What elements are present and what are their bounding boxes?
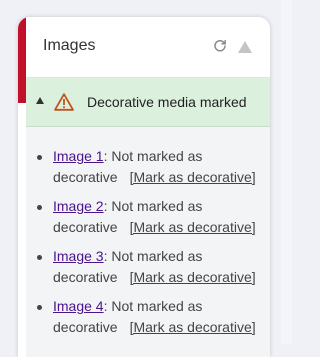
list-item: Image 2: Not marked as decorative [Mark a… (26, 196, 270, 238)
list-item: Image 1: Not marked as decorative [Mark a… (26, 146, 270, 188)
issue-text: : Not marked as (103, 148, 203, 164)
bullet (37, 155, 42, 160)
warning-triangle-icon (54, 93, 74, 116)
collapse-panel-icon[interactable] (237, 39, 253, 55)
section-header-decorative-media[interactable]: Decorative media marked (26, 78, 270, 127)
issue-text-continued: decorative (53, 319, 118, 335)
list-item: Image 4: Not marked as decorative [Mark a… (26, 296, 270, 338)
bullet (37, 305, 42, 310)
issue-text: : Not marked as (103, 298, 203, 314)
image-link[interactable]: Image 1 (53, 148, 104, 164)
issue-text: : Not marked as (103, 198, 203, 214)
section-label: Decorative media marked (87, 94, 247, 110)
refresh-icon[interactable] (212, 38, 228, 54)
mark-as-decorative-link[interactable]: [Mark as decorative] (130, 169, 256, 185)
issue-text-continued: decorative (53, 219, 118, 235)
mark-as-decorative-link[interactable]: [Mark as decorative] (130, 319, 256, 335)
list-item: Image 3: Not marked as decorative [Mark a… (26, 246, 270, 288)
issue-text: : Not marked as (103, 248, 203, 264)
image-link[interactable]: Image 4 (53, 298, 104, 314)
mark-as-decorative-link[interactable]: [Mark as decorative] (130, 269, 256, 285)
mark-as-decorative-link[interactable]: [Mark as decorative] (130, 219, 256, 235)
issues-list-container: Image 1: Not marked as decorative [Mark a… (26, 127, 270, 357)
section-collapse-caret-icon (36, 97, 44, 104)
bullet (37, 255, 42, 260)
panel-accent-bar (18, 17, 26, 103)
panel-header: Images (26, 17, 270, 78)
issue-text-continued: decorative (53, 169, 118, 185)
bullet (37, 205, 42, 210)
images-panel: Images Decorative media marked Image 1: … (18, 17, 270, 357)
adjacent-panel-edge (281, 0, 292, 344)
image-link[interactable]: Image 3 (53, 248, 104, 264)
issue-text-continued: decorative (53, 269, 118, 285)
panel-title: Images (43, 37, 96, 54)
image-link[interactable]: Image 2 (53, 198, 104, 214)
